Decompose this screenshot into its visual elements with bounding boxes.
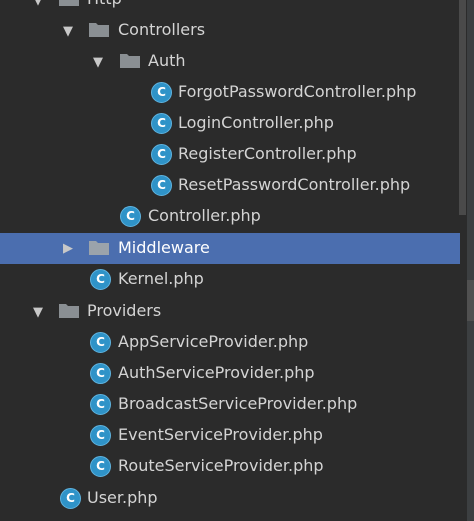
- tree-item-file[interactable]: C EventServiceProvider.php: [0, 420, 460, 451]
- tree-item-label: RouteServiceProvider.php: [118, 456, 324, 475]
- tree-item-label: AppServiceProvider.php: [118, 332, 309, 351]
- tree-item-file[interactable]: C LoginController.php: [0, 108, 460, 139]
- tree-item-providers[interactable]: ▼ Providers: [0, 296, 460, 327]
- tree-item-file[interactable]: C User.php: [0, 483, 460, 514]
- php-class-icon: C: [120, 206, 141, 227]
- php-class-icon: C: [90, 269, 111, 290]
- tree-item-label: Http: [87, 0, 122, 9]
- tree-item-label: Middleware: [118, 238, 210, 257]
- php-class-icon: C: [151, 144, 172, 165]
- tree-item-file[interactable]: C Controller.php: [0, 201, 460, 232]
- tree-item-label: Kernel.php: [118, 269, 204, 288]
- tree-item-controllers[interactable]: ▼ Controllers: [0, 15, 460, 46]
- tree-item-file[interactable]: C ForgotPasswordController.php: [0, 77, 460, 108]
- tree-item-label: Providers: [87, 301, 162, 320]
- folder-icon: [58, 301, 80, 319]
- tree-item-label: Auth: [148, 51, 186, 70]
- panel-edge: [467, 0, 474, 521]
- scrollbar-marker[interactable]: [467, 280, 474, 321]
- tree-item-label: EventServiceProvider.php: [118, 425, 323, 444]
- php-class-icon: C: [151, 82, 172, 103]
- tree-item-middleware[interactable]: ▶ Middleware: [0, 233, 460, 264]
- folder-icon: [119, 51, 141, 69]
- tree-item-file[interactable]: C ResetPasswordController.php: [0, 170, 460, 201]
- php-class-icon: C: [151, 175, 172, 196]
- tree-item-label: Controller.php: [148, 206, 261, 225]
- tree-item-label: ResetPasswordController.php: [178, 175, 411, 194]
- tree-item-file[interactable]: C RegisterController.php: [0, 139, 460, 170]
- tree-item-label: RegisterController.php: [178, 144, 357, 163]
- triangle-right-icon[interactable]: ▶: [61, 241, 75, 256]
- project-tree: ▼ Http ▼ Controllers ▼ Auth C ForgotPass…: [0, 0, 460, 521]
- tree-item-http[interactable]: ▼ Http: [0, 0, 460, 15]
- php-class-icon: C: [90, 456, 111, 477]
- tree-item-file[interactable]: C AppServiceProvider.php: [0, 327, 460, 358]
- php-class-icon: C: [151, 113, 172, 134]
- tree-item-label: ForgotPasswordController.php: [178, 82, 417, 101]
- folder-icon: [88, 238, 110, 256]
- php-class-icon: C: [60, 488, 81, 509]
- triangle-down-icon[interactable]: ▼: [61, 24, 75, 39]
- tree-item-file[interactable]: C BroadcastServiceProvider.php: [0, 389, 460, 420]
- tree-item-file[interactable]: C AuthServiceProvider.php: [0, 358, 460, 389]
- tree-item-file[interactable]: C Kernel.php: [0, 264, 460, 295]
- folder-icon: [58, 0, 80, 7]
- tree-item-auth[interactable]: ▼ Auth: [0, 46, 460, 77]
- tree-item-label: Controllers: [118, 20, 206, 39]
- scrollbar-thumb[interactable]: [459, 0, 466, 215]
- php-class-icon: C: [90, 394, 111, 415]
- tree-item-label: LoginController.php: [178, 113, 334, 132]
- php-class-icon: C: [90, 425, 111, 446]
- tree-item-label: BroadcastServiceProvider.php: [118, 394, 358, 413]
- tree-item-file[interactable]: C RouteServiceProvider.php: [0, 451, 460, 482]
- triangle-down-icon[interactable]: ▼: [31, 305, 45, 320]
- php-class-icon: C: [90, 363, 111, 384]
- triangle-down-icon[interactable]: ▼: [91, 55, 105, 70]
- tree-item-label: User.php: [87, 488, 158, 507]
- tree-item-label: AuthServiceProvider.php: [118, 363, 315, 382]
- triangle-down-icon[interactable]: ▼: [31, 0, 45, 8]
- php-class-icon: C: [90, 332, 111, 353]
- folder-icon: [88, 20, 110, 38]
